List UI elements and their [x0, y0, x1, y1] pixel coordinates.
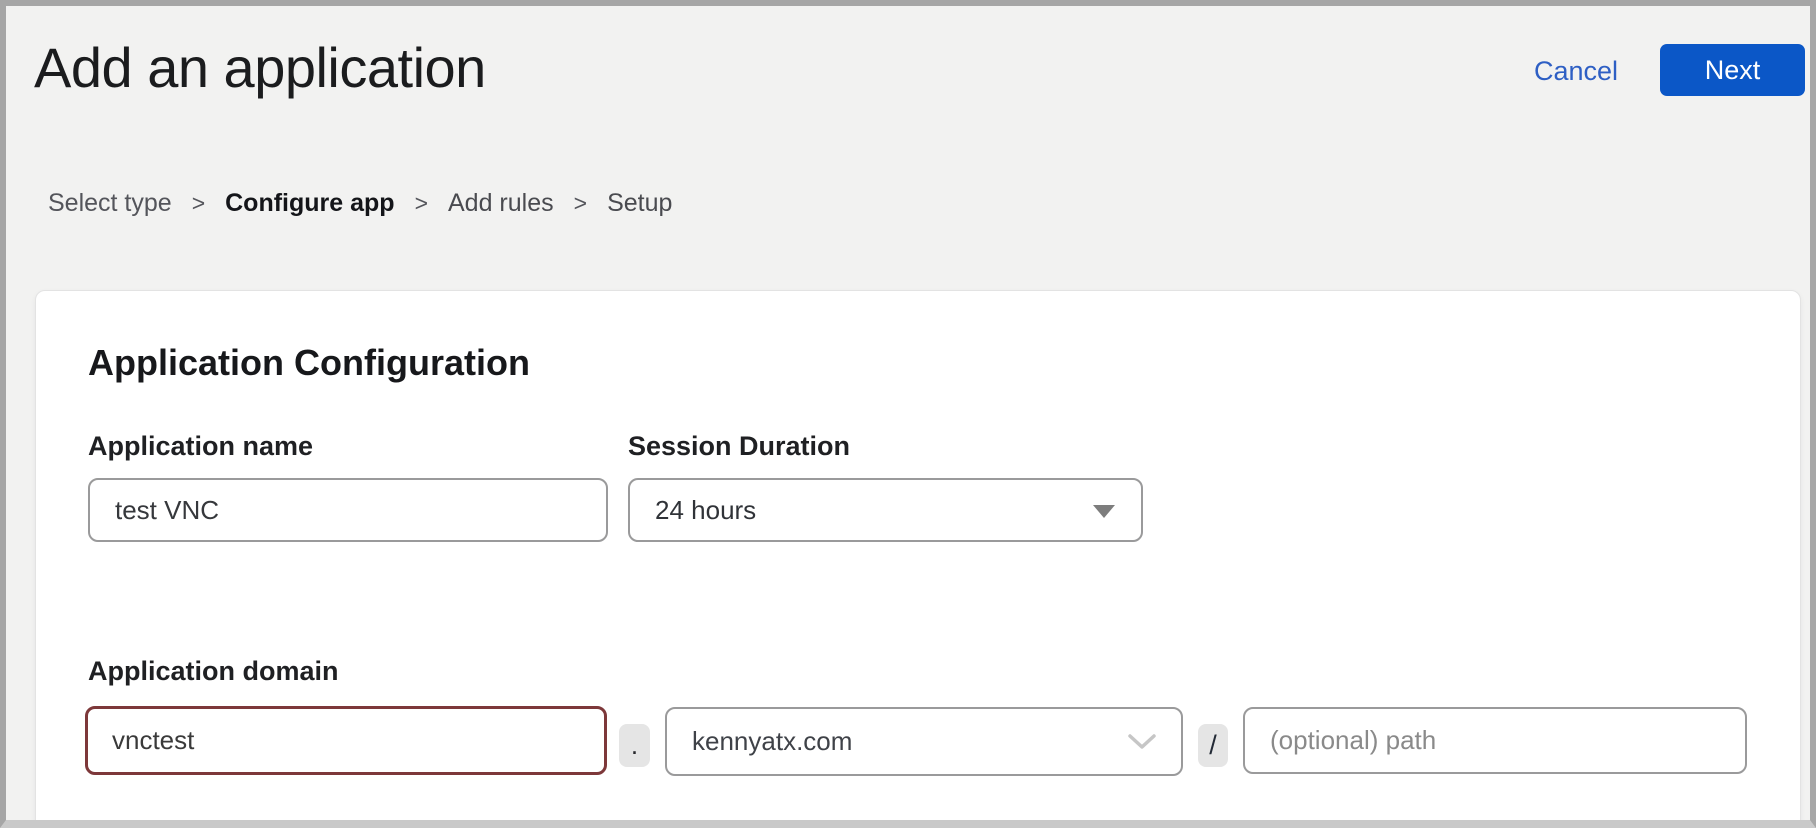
- session-duration-value: 24 hours: [655, 495, 756, 526]
- cancel-button[interactable]: Cancel: [1534, 55, 1618, 87]
- breadcrumb: Select type > Configure app > Add rules …: [48, 188, 672, 218]
- add-application-page: Add an application Cancel Next Select ty…: [0, 0, 1816, 828]
- domain-select[interactable]: kennyatx.com: [665, 707, 1183, 776]
- chevron-down-icon: [1127, 733, 1157, 751]
- page-title: Add an application: [34, 36, 486, 100]
- breadcrumb-separator: >: [574, 188, 587, 218]
- dot-separator: .: [619, 724, 650, 767]
- breadcrumb-separator: >: [415, 188, 428, 218]
- domain-select-value: kennyatx.com: [692, 726, 852, 757]
- breadcrumb-step-configure-app[interactable]: Configure app: [225, 188, 394, 218]
- breadcrumb-step-setup[interactable]: Setup: [607, 188, 672, 218]
- breadcrumb-step-select-type[interactable]: Select type: [48, 188, 172, 218]
- slash-separator: /: [1198, 724, 1228, 767]
- application-name-input[interactable]: [88, 478, 608, 542]
- path-input[interactable]: [1243, 707, 1747, 774]
- subdomain-input[interactable]: [85, 706, 607, 775]
- caret-down-icon: [1093, 505, 1115, 518]
- application-name-label: Application name: [88, 430, 313, 462]
- application-domain-label: Application domain: [88, 655, 339, 687]
- breadcrumb-step-add-rules[interactable]: Add rules: [448, 188, 554, 218]
- session-duration-select[interactable]: 24 hours: [628, 478, 1143, 542]
- session-duration-label: Session Duration: [628, 430, 850, 462]
- breadcrumb-separator: >: [192, 188, 205, 218]
- section-title: Application Configuration: [88, 341, 530, 384]
- next-button[interactable]: Next: [1660, 44, 1805, 96]
